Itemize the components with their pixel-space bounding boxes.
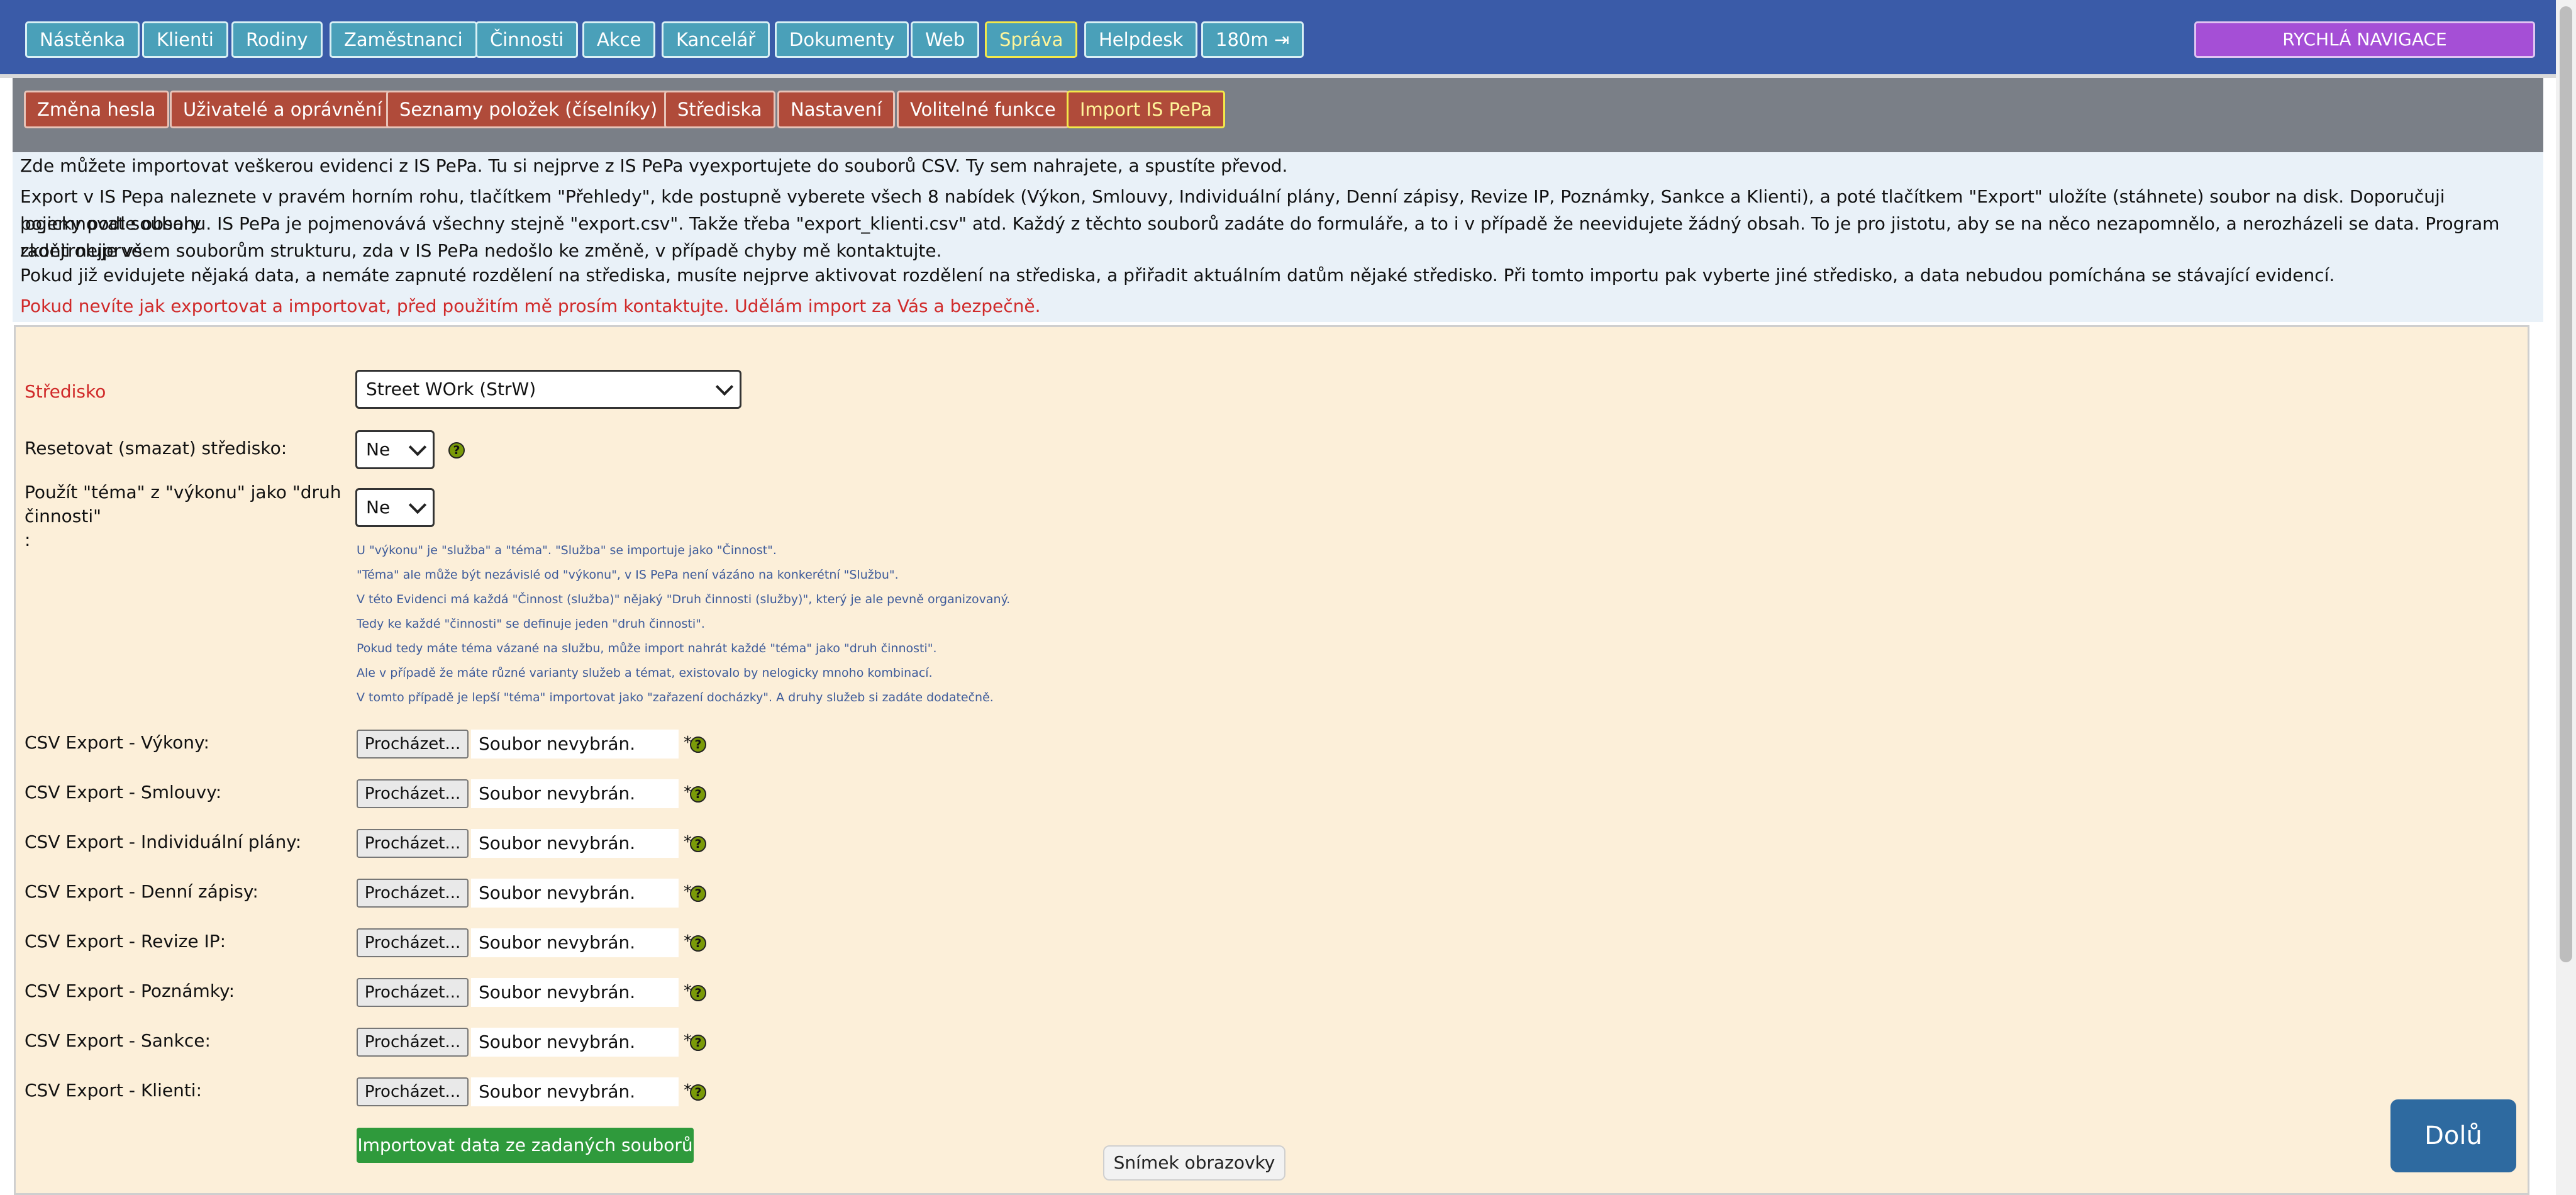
help-icon[interactable]: ? bbox=[690, 935, 706, 952]
nav-helpdesk[interactable]: Helpdesk bbox=[1084, 21, 1198, 58]
browse-button[interactable]: Procházet... bbox=[357, 829, 469, 858]
nav-web[interactable]: Web bbox=[911, 21, 980, 58]
chevron-down-icon bbox=[408, 438, 427, 457]
csv-row-poznamky: CSV Export - Poznámky: Procházet... Soub… bbox=[16, 978, 770, 1009]
help-icon[interactable]: ? bbox=[690, 985, 706, 1001]
browse-button[interactable]: Procházet... bbox=[357, 1077, 469, 1106]
tema-label-line-3: : bbox=[25, 530, 31, 550]
file-name-display: Soubor nevybrán. bbox=[471, 928, 679, 957]
file-name-display: Soubor nevybrán. bbox=[471, 1028, 679, 1057]
import-data-button[interactable]: Importovat data ze zadaných souborů bbox=[357, 1128, 694, 1163]
help-icon[interactable]: ? bbox=[690, 786, 706, 803]
csv-label: CSV Export - Revize IP: bbox=[25, 931, 226, 952]
help-icon[interactable]: ? bbox=[690, 886, 706, 902]
vertical-scrollbar[interactable] bbox=[2556, 0, 2576, 1195]
browse-button[interactable]: Procházet... bbox=[357, 779, 469, 808]
tema-label-line-1: Použít "téma" z "výkonu" jako "druh bbox=[25, 482, 341, 503]
scroll-down-button[interactable]: Dolů bbox=[2390, 1099, 2516, 1172]
browse-button[interactable]: Procházet... bbox=[357, 730, 469, 759]
subnav-uzivatele[interactable]: Uživatelé a oprávnění bbox=[170, 91, 396, 128]
chevron-down-icon bbox=[715, 377, 734, 396]
tema-selected-value: Ne bbox=[366, 497, 391, 518]
nav-klienti[interactable]: Klienti bbox=[142, 21, 228, 58]
browse-button[interactable]: Procházet... bbox=[357, 978, 469, 1007]
tema-note-line: V tomto případě je lepší "téma" importov… bbox=[357, 691, 994, 704]
reset-label: Resetovat (smazat) středisko: bbox=[25, 438, 287, 459]
file-name-display: Soubor nevybrán. bbox=[471, 879, 679, 908]
csv-label: CSV Export - Klienti: bbox=[25, 1080, 203, 1101]
stredisko-selected-value: Street WOrk (StrW) bbox=[366, 379, 536, 399]
help-icon[interactable]: ? bbox=[690, 1084, 706, 1101]
subnav-volitelne-funkce[interactable]: Volitelné funkce bbox=[897, 91, 1069, 128]
csv-row-sankce: CSV Export - Sankce: Procházet... Soubor… bbox=[16, 1028, 770, 1059]
tema-label-line-2: činnosti" bbox=[25, 506, 102, 526]
reset-select[interactable]: Ne bbox=[355, 430, 435, 469]
tema-select[interactable]: Ne bbox=[355, 488, 435, 527]
import-form: Středisko Street WOrk (StrW) Resetovat (… bbox=[14, 325, 2529, 1195]
file-name-display: Soubor nevybrán. bbox=[471, 978, 679, 1007]
nav-sprava[interactable]: Správa bbox=[985, 21, 1078, 58]
nav-cinnosti[interactable]: Činnosti bbox=[475, 21, 579, 58]
file-name-display: Soubor nevybrán. bbox=[471, 1077, 679, 1106]
admin-subnavigation: Změna hesla Uživatelé a oprávnění Seznam… bbox=[13, 78, 2543, 152]
browse-button[interactable]: Procházet... bbox=[357, 928, 469, 957]
nav-kancelar[interactable]: Kancelář bbox=[662, 21, 770, 58]
browse-button[interactable]: Procházet... bbox=[357, 1028, 469, 1057]
intro-paragraph-2-line-3: zkontroluje všem souborům strukturu, zda… bbox=[20, 240, 942, 261]
csv-label: CSV Export - Denní zápisy: bbox=[25, 881, 258, 902]
tema-note-line: Tedy ke každé "činnosti" se definuje jed… bbox=[357, 617, 705, 631]
csv-row-individualni-plany: CSV Export - Individuální plány: Procház… bbox=[16, 829, 770, 860]
csv-row-klienti: CSV Export - Klienti: Procházet... Soubo… bbox=[16, 1077, 770, 1109]
reset-selected-value: Ne bbox=[366, 439, 391, 460]
file-name-display: Soubor nevybrán. bbox=[471, 779, 679, 808]
session-timer-logout-button[interactable]: 180m ⇥ bbox=[1201, 21, 1304, 58]
tema-note-line: U "výkonu" je "služba" a "téma". "Služba… bbox=[357, 543, 777, 557]
nav-nastenka[interactable]: Nástěnka bbox=[25, 21, 140, 58]
nav-akce[interactable]: Akce bbox=[582, 21, 656, 58]
csv-label: CSV Export - Individuální plány: bbox=[25, 831, 302, 852]
intro-paragraph-3: Pokud již evidujete nějaká data, a nemát… bbox=[20, 265, 2335, 286]
csv-row-denni-zapisy: CSV Export - Denní zápisy: Procházet... … bbox=[16, 879, 770, 910]
subnav-strediska[interactable]: Střediska bbox=[664, 91, 775, 128]
csv-row-vykony: CSV Export - Výkony: Procházet... Soubor… bbox=[16, 730, 770, 761]
top-navigation: Nástěnka Klienti Rodiny Zaměstnanci Činn… bbox=[0, 0, 2556, 78]
file-name-display: Soubor nevybrán. bbox=[471, 829, 679, 858]
stredisko-select[interactable]: Street WOrk (StrW) bbox=[355, 370, 741, 409]
subnav-seznamy-polozek[interactable]: Seznamy položek (číselníky) bbox=[386, 91, 671, 128]
subnav-zmena-hesla[interactable]: Změna hesla bbox=[24, 91, 169, 128]
csv-row-smlouvy: CSV Export - Smlouvy: Procházet... Soubo… bbox=[16, 779, 770, 811]
screenshot-tooltip: Snímek obrazovky bbox=[1103, 1145, 1285, 1181]
subnav-nastaveni[interactable]: Nastavení bbox=[777, 91, 896, 128]
help-icon[interactable]: ? bbox=[690, 736, 706, 753]
nav-dokumenty[interactable]: Dokumenty bbox=[775, 21, 909, 58]
browse-button[interactable]: Procházet... bbox=[357, 879, 469, 908]
subnav-import-is-pepa[interactable]: Import IS PePa bbox=[1067, 91, 1225, 128]
scrollbar-thumb[interactable] bbox=[2560, 6, 2572, 962]
help-icon[interactable]: ? bbox=[690, 1035, 706, 1051]
chevron-down-icon bbox=[408, 496, 427, 514]
tema-note-line: Ale v případě že máte různé varianty slu… bbox=[357, 666, 933, 680]
csv-label: CSV Export - Poznámky: bbox=[25, 981, 235, 1001]
csv-label: CSV Export - Výkony: bbox=[25, 732, 209, 753]
file-name-display: Soubor nevybrán. bbox=[471, 730, 679, 759]
csv-row-revize-ip: CSV Export - Revize IP: Procházet... Sou… bbox=[16, 928, 770, 960]
help-icon[interactable]: ? bbox=[690, 836, 706, 852]
help-icon[interactable]: ? bbox=[448, 442, 465, 459]
nav-zamestnanci[interactable]: Zaměstnanci bbox=[330, 21, 477, 58]
tema-note-line: "Téma" ale může být nezávislé od "výkonu… bbox=[357, 568, 899, 582]
import-instructions: Zde můžete importovat veškerou evidenci … bbox=[13, 152, 2543, 322]
intro-paragraph-1: Zde můžete importovat veškerou evidenci … bbox=[20, 155, 1288, 176]
quick-navigation-button[interactable]: RYCHLÁ NAVIGACE bbox=[2194, 21, 2535, 58]
tema-note-line: Pokud tedy máte téma vázané na službu, m… bbox=[357, 642, 937, 655]
csv-label: CSV Export - Smlouvy: bbox=[25, 782, 222, 803]
nav-rodiny[interactable]: Rodiny bbox=[231, 21, 323, 58]
csv-label: CSV Export - Sankce: bbox=[25, 1030, 211, 1051]
intro-warning: Pokud nevíte jak exportovat a importovat… bbox=[20, 296, 1041, 316]
stredisko-label: Středisko bbox=[25, 381, 106, 402]
tema-note-line: V této Evidenci má každá "Činnost (služb… bbox=[357, 592, 1011, 606]
